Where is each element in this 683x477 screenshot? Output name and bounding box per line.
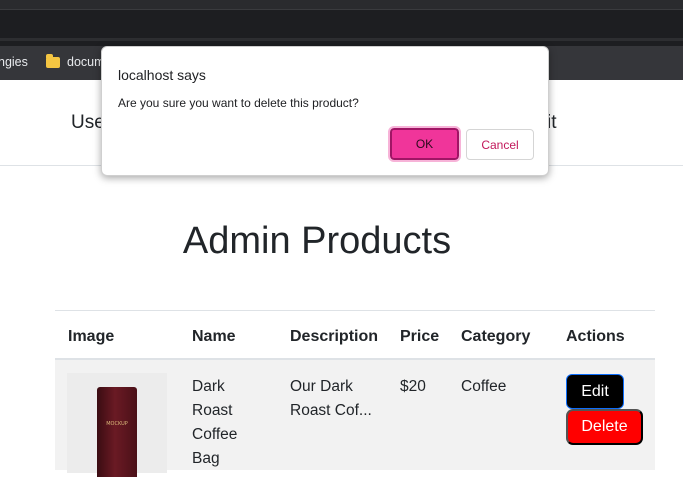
product-image-label: MOCKUP — [106, 421, 128, 427]
bookmark-label: docum — [67, 55, 105, 69]
table-row: MOCKUP Dark Roast Coffee Bag Our Dark Ro… — [55, 360, 655, 477]
column-header-image: Image — [68, 328, 115, 345]
product-description: Our Dark Roast Cof... — [290, 375, 372, 423]
ok-button[interactable]: OK — [388, 126, 461, 162]
product-price: $20 — [400, 378, 426, 395]
folder-icon — [46, 54, 60, 68]
product-description-line: Our Dark — [290, 378, 353, 395]
column-header-category: Category — [461, 328, 531, 345]
confirm-dialog: localhost says Are you sure you want to … — [101, 46, 549, 176]
product-name-line: Dark — [192, 378, 225, 395]
product-image: MOCKUP — [67, 373, 167, 477]
tab-strip — [0, 0, 683, 9]
address-bar-divider — [0, 38, 683, 41]
coffee-bag-image: MOCKUP — [97, 387, 137, 477]
bookmark-label: ngies — [0, 55, 28, 69]
product-name-line: Roast — [192, 402, 233, 419]
edit-button[interactable]: Edit — [566, 374, 624, 409]
table-header: Image Name Description Price Category Ac… — [55, 310, 655, 360]
product-name-line: Coffee — [192, 426, 238, 443]
column-header-name: Name — [192, 328, 236, 345]
delete-button[interactable]: Delete — [566, 409, 643, 445]
product-name-line: Bag — [192, 450, 220, 467]
cancel-button[interactable]: Cancel — [466, 129, 534, 160]
bookmark-item[interactable]: ngies — [0, 55, 28, 69]
browser-chrome — [0, 0, 683, 46]
nav-link[interactable]: Use — [71, 112, 105, 134]
bookmark-folder[interactable]: docum — [46, 54, 105, 69]
product-description-line: Roast Cof... — [290, 402, 372, 419]
page-title: Admin Products — [182, 220, 452, 262]
column-header-actions: Actions — [566, 328, 625, 345]
product-name: Dark Roast Coffee Bag — [192, 375, 237, 471]
dialog-message: Are you sure you want to delete this pro… — [118, 96, 359, 110]
column-header-description: Description — [290, 328, 379, 345]
column-header-price: Price — [400, 328, 440, 345]
product-category: Coffee — [461, 378, 507, 395]
dialog-title: localhost says — [118, 67, 206, 83]
